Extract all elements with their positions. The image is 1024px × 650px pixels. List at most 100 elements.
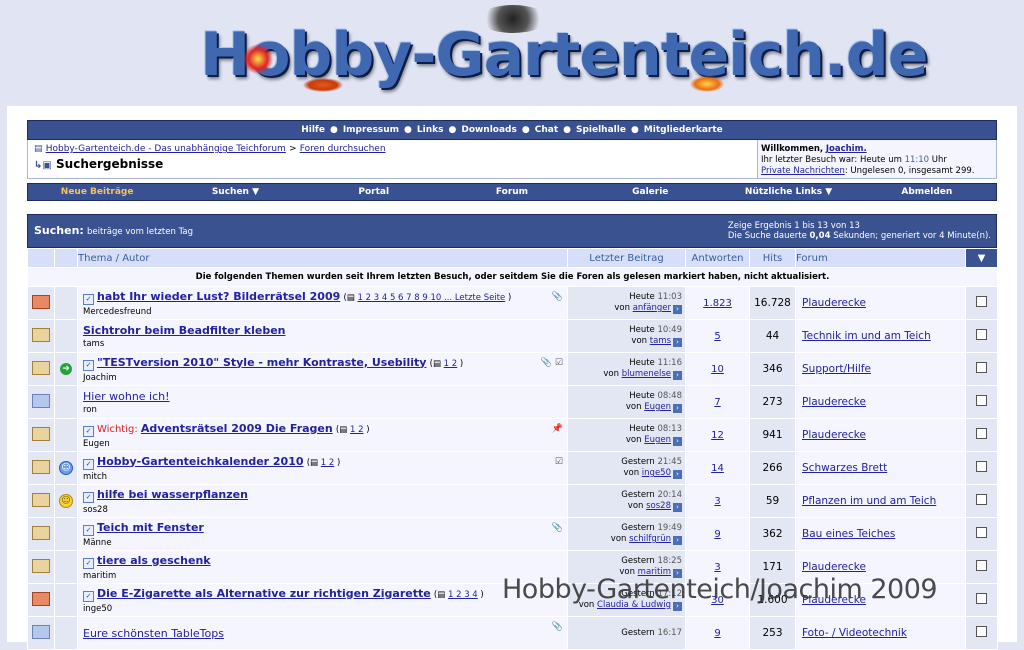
forum-home-icon[interactable]: ▤ xyxy=(34,144,43,154)
thread-select-checkbox[interactable] xyxy=(976,626,987,637)
page-numbers[interactable]: 1 2 3 4 xyxy=(448,590,478,600)
go-to-last-post-icon[interactable]: › xyxy=(673,305,682,314)
forum-link[interactable]: Plauderecke xyxy=(802,429,866,441)
thread-starter[interactable]: tams xyxy=(83,339,567,349)
replies-link[interactable]: 10 xyxy=(711,364,724,375)
replies-link[interactable]: 5 xyxy=(714,331,720,342)
topnav-item[interactable]: Downloads xyxy=(461,125,517,135)
last-poster-link[interactable]: inge50 xyxy=(642,468,671,478)
thread-title-link[interactable]: habt Ihr wieder Lust? Bilderrätsel 2009 xyxy=(97,290,340,303)
page-numbers[interactable]: 1 2 xyxy=(444,359,458,369)
replies-link[interactable]: 7 xyxy=(714,397,720,408)
breadcrumb-section-link[interactable]: Foren durchsuchen xyxy=(300,144,386,154)
go-to-last-post-icon[interactable]: › xyxy=(673,371,682,380)
navbar-item[interactable]: Abmelden xyxy=(858,184,996,200)
go-to-last-post-icon[interactable]: › xyxy=(673,338,682,347)
thread-starter[interactable]: maritim xyxy=(83,571,567,581)
thread-select-checkbox[interactable] xyxy=(976,494,987,505)
forum-link[interactable]: Technik im und am Teich xyxy=(802,330,931,342)
navbar-item[interactable]: Suchen ▼ xyxy=(166,184,304,200)
page-numbers[interactable]: 1 2 xyxy=(350,425,364,435)
thread-select-checkbox[interactable] xyxy=(976,593,987,604)
col-letzter-beitrag[interactable]: Letzter Beitrag xyxy=(567,248,686,268)
thread-select-checkbox[interactable] xyxy=(976,329,987,340)
topnav-item[interactable]: Mitgliederkarte xyxy=(644,125,723,135)
topnav-item[interactable]: Chat xyxy=(535,125,558,135)
page-numbers[interactable]: 1 2 3 4 5 6 7 8 9 10 ... Letzte Seite xyxy=(358,293,506,303)
navbar-item[interactable]: Portal xyxy=(305,184,443,200)
col-forum[interactable]: Forum xyxy=(795,248,966,268)
thread-title-link[interactable]: Die E-Zigarette als Alternative zur rich… xyxy=(97,587,431,600)
last-poster-link[interactable]: schilfgrün xyxy=(629,534,671,544)
replies-link[interactable]: 9 xyxy=(714,529,720,540)
last-poster-link[interactable]: Eugen xyxy=(644,435,671,445)
forum-link[interactable]: Plauderecke xyxy=(802,297,866,309)
thread-select-checkbox[interactable] xyxy=(976,395,987,406)
replies-link[interactable]: 14 xyxy=(711,463,724,474)
thread-starter[interactable]: sos28 xyxy=(83,505,567,515)
thread-starter[interactable]: mitch xyxy=(83,472,567,482)
go-to-last-post-icon[interactable]: › xyxy=(673,503,682,512)
topnav-item[interactable]: Impressum xyxy=(343,125,399,135)
thread-starter[interactable]: Joachim xyxy=(83,373,567,383)
thread-title-link[interactable]: hilfe bei wasserpflanzen xyxy=(97,488,248,501)
forum-link[interactable]: Bau eines Teiches xyxy=(802,528,895,540)
forum-link[interactable]: Plauderecke xyxy=(802,396,866,408)
thread-starter[interactable]: inge50 xyxy=(83,604,567,614)
go-to-last-post-icon[interactable]: › xyxy=(673,437,682,446)
welcome-user-link[interactable]: Joachim. xyxy=(826,144,867,154)
forum-link[interactable]: Support/Hilfe xyxy=(802,363,871,375)
thread-starter[interactable]: Eugen xyxy=(83,439,567,449)
thread-title-link[interactable]: Hobby-Gartenteichkalender 2010 xyxy=(97,455,304,468)
topnav-item[interactable]: Spielhalle xyxy=(576,125,626,135)
thread-select-checkbox[interactable] xyxy=(976,560,987,571)
replies-link[interactable]: 3 xyxy=(714,496,720,507)
forum-link[interactable]: Schwarzes Brett xyxy=(802,462,887,474)
replies-link[interactable]: 12 xyxy=(711,430,724,441)
site-logo[interactable]: Hobby-Gartenteich.de xyxy=(200,22,928,88)
replies-link[interactable]: 3 xyxy=(714,562,720,573)
private-messages-link[interactable]: Private Nachrichten xyxy=(761,166,845,176)
navbar-item[interactable]: Galerie xyxy=(581,184,719,200)
last-poster-link[interactable]: blumenelse xyxy=(622,369,671,379)
page-numbers[interactable]: 1 2 xyxy=(321,458,335,468)
navbar-item[interactable]: Nützliche Links ▼ xyxy=(719,184,857,200)
thread-title-link[interactable]: tiere als geschenk xyxy=(97,554,211,567)
col-thema[interactable]: Thema / Autor xyxy=(77,248,568,268)
thread-title-link[interactable]: Hier wohne ich! xyxy=(83,390,170,403)
last-poster-link[interactable]: sos28 xyxy=(646,501,671,511)
thread-select-checkbox[interactable] xyxy=(976,527,987,538)
breadcrumb-home-link[interactable]: Hobby-Gartenteich.de - Das unabhängige T… xyxy=(46,144,286,154)
last-poster-link[interactable]: anfänger xyxy=(633,303,671,313)
replies-link[interactable]: 9 xyxy=(714,628,720,639)
select-menu-button[interactable]: ▼ xyxy=(965,248,998,268)
forum-link[interactable]: Pflanzen im und am Teich xyxy=(802,495,936,507)
thread-select-checkbox[interactable] xyxy=(976,428,987,439)
replies-link[interactable]: 1.823 xyxy=(703,298,732,309)
thread-starter[interactable]: Mercedesfreund xyxy=(83,307,567,317)
go-to-last-post-icon[interactable]: › xyxy=(673,470,682,479)
thread-title-link[interactable]: Eure schönsten TableTops xyxy=(83,627,224,640)
topnav-item[interactable]: Links xyxy=(417,125,444,135)
thread-select-checkbox[interactable] xyxy=(976,461,987,472)
last-poster-link[interactable]: Eugen xyxy=(644,402,671,412)
thread-select-checkbox[interactable] xyxy=(976,362,987,373)
navbar-item[interactable]: Forum xyxy=(443,184,581,200)
thread-title-link[interactable]: Sichtrohr beim Beadfilter kleben xyxy=(83,324,286,337)
topnav-item[interactable]: Hilfe xyxy=(301,125,325,135)
go-to-last-post-icon[interactable]: › xyxy=(673,536,682,545)
last-post-time: 08:13 xyxy=(657,424,683,434)
col-antworten[interactable]: Antworten xyxy=(685,248,750,268)
thread-select-checkbox[interactable] xyxy=(976,296,987,307)
thread-title-link[interactable]: Adventsrätsel 2009 Die Fragen xyxy=(141,422,333,435)
go-to-last-post-icon[interactable]: › xyxy=(673,404,682,413)
thread-starter[interactable]: Männe xyxy=(83,538,567,548)
forum-link[interactable]: Foto- / Videotechnik xyxy=(802,627,907,639)
last-poster-link[interactable]: tams xyxy=(650,336,671,346)
navbar-item[interactable]: Neue Beiträge xyxy=(28,184,166,200)
thread-title-link[interactable]: "TESTversion 2010" Style - mehr Kontrast… xyxy=(97,356,426,369)
thread-title-link[interactable]: Teich mit Fenster xyxy=(97,521,204,534)
thread-starter[interactable]: ron xyxy=(83,405,567,415)
forum-link[interactable]: Plauderecke xyxy=(802,561,866,573)
col-hits[interactable]: Hits xyxy=(749,248,796,268)
